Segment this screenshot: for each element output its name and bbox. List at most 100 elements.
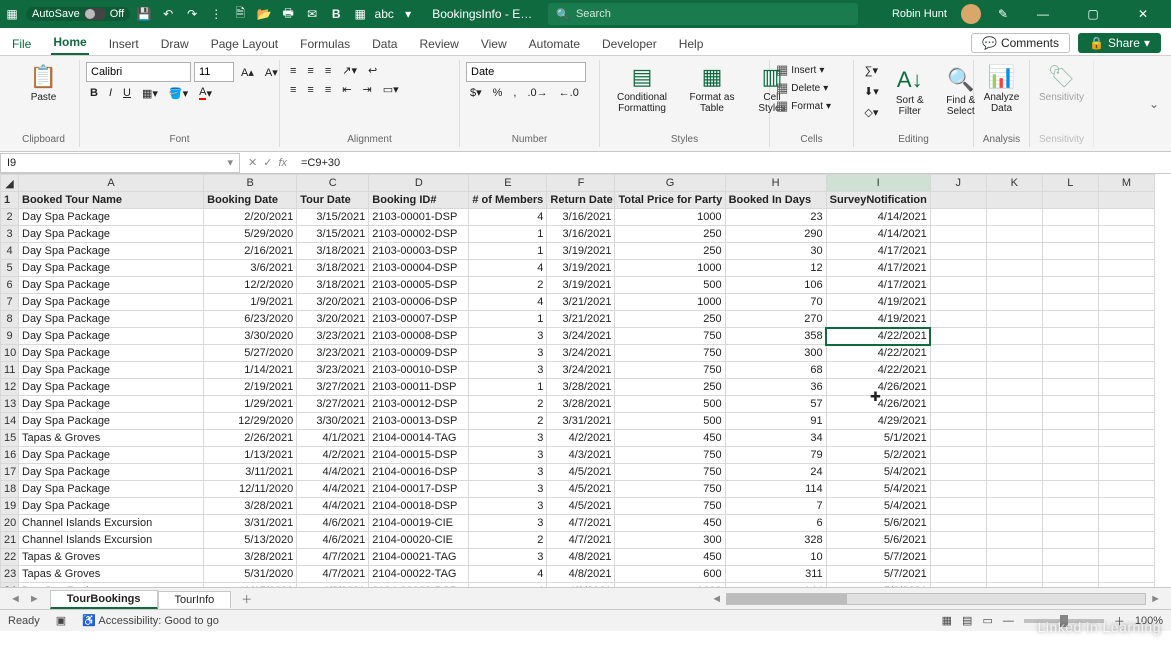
col-header-J[interactable]: J — [930, 175, 986, 192]
cell[interactable]: 4/7/2021 — [547, 515, 615, 532]
cell[interactable]: 2103-00011-DSP — [369, 379, 469, 396]
col-header-B[interactable]: B — [204, 175, 297, 192]
cell[interactable]: 2104-00019-CIE — [369, 515, 469, 532]
cell[interactable]: Booked Tour Name — [19, 192, 204, 209]
cell[interactable]: 4/3/2021 — [547, 447, 615, 464]
cell[interactable]: Day Spa Package — [19, 311, 204, 328]
cell[interactable]: 5/4/2021 — [826, 464, 930, 481]
autosave-toggle[interactable]: AutoSave Off — [26, 7, 130, 21]
cell[interactable]: 5/2/2021 — [826, 447, 930, 464]
cell[interactable]: 250 — [615, 311, 725, 328]
col-header-H[interactable]: H — [725, 175, 826, 192]
cell[interactable]: Day Spa Package — [19, 447, 204, 464]
cell[interactable] — [1098, 566, 1154, 583]
cell[interactable]: Tapas & Groves — [19, 430, 204, 447]
redo-icon[interactable]: ↷ — [184, 6, 200, 22]
cell[interactable]: 3/18/2021 — [297, 260, 369, 277]
cell[interactable] — [1098, 515, 1154, 532]
cell[interactable]: 750 — [615, 447, 725, 464]
cell[interactable]: 750 — [615, 345, 725, 362]
cell[interactable]: 3 — [469, 430, 547, 447]
cell[interactable]: 3/27/2021 — [297, 396, 369, 413]
cell[interactable]: 4/19/2021 — [826, 294, 930, 311]
cell[interactable] — [930, 583, 986, 588]
scroll-right-icon[interactable]: ► — [1150, 593, 1161, 605]
cell[interactable]: 300 — [615, 532, 725, 549]
paste-button[interactable]: 📋Paste — [14, 62, 73, 105]
cell[interactable] — [1042, 464, 1098, 481]
cell[interactable] — [986, 379, 1042, 396]
cell[interactable]: 2103-00010-DSP — [369, 362, 469, 379]
cell[interactable]: 91 — [725, 413, 826, 430]
cell[interactable]: 3 — [469, 515, 547, 532]
cell[interactable]: 2103-00005-DSP — [369, 277, 469, 294]
cell[interactable] — [1098, 226, 1154, 243]
cell[interactable]: 4/6/2021 — [297, 532, 369, 549]
cell[interactable] — [986, 566, 1042, 583]
view-pagebreak-icon[interactable]: ▭ — [982, 614, 992, 627]
accessibility-status[interactable]: ♿ Accessibility: Good to go — [82, 614, 219, 627]
cell[interactable] — [1098, 430, 1154, 447]
menu-help[interactable]: Help — [677, 33, 706, 55]
cell[interactable]: 3/30/2020 — [204, 328, 297, 345]
cell[interactable] — [986, 294, 1042, 311]
cell[interactable] — [930, 498, 986, 515]
cell[interactable] — [986, 481, 1042, 498]
col-header-L[interactable]: L — [1042, 175, 1098, 192]
cell[interactable] — [986, 396, 1042, 413]
cell[interactable]: 3/21/2021 — [547, 311, 615, 328]
comma-icon[interactable]: , — [509, 85, 520, 101]
cell[interactable]: 2104-00015-DSP — [369, 447, 469, 464]
cell[interactable] — [986, 583, 1042, 588]
cell[interactable]: 5/4/2021 — [826, 498, 930, 515]
pen-icon[interactable]: ✎ — [995, 6, 1011, 22]
currency-icon[interactable]: $▾ — [466, 84, 486, 101]
cell[interactable]: 2/20/2021 — [204, 209, 297, 226]
open-icon[interactable]: 📂 — [256, 6, 272, 22]
menu-home[interactable]: Home — [51, 31, 88, 55]
cell[interactable]: 500 — [615, 396, 725, 413]
row-header-5[interactable]: 5 — [1, 260, 19, 277]
sheet-tab-tourbookings[interactable]: TourBookings — [50, 590, 158, 609]
cell[interactable]: 4/19/2021 — [826, 311, 930, 328]
cell[interactable]: 3/24/2021 — [547, 328, 615, 345]
cell[interactable]: 1/29/2021 — [204, 396, 297, 413]
cell[interactable] — [930, 243, 986, 260]
cell[interactable]: 270 — [725, 311, 826, 328]
cell[interactable] — [1042, 583, 1098, 588]
cell[interactable]: 7 — [725, 498, 826, 515]
cell[interactable]: 4/5/2021 — [547, 464, 615, 481]
col-header-I[interactable]: I — [826, 175, 930, 192]
new-icon[interactable]: 🗎 — [232, 6, 248, 22]
cell[interactable]: Day Spa Package — [19, 379, 204, 396]
row-header-18[interactable]: 18 — [1, 481, 19, 498]
cell[interactable]: 4/22/2021 — [826, 362, 930, 379]
fill-color-button[interactable]: 🪣▾ — [165, 85, 192, 102]
cell[interactable] — [1098, 192, 1154, 209]
cell[interactable]: 1 — [469, 379, 547, 396]
cell[interactable]: Day Spa Package — [19, 413, 204, 430]
cell[interactable] — [930, 430, 986, 447]
cell[interactable]: 3/18/2021 — [297, 277, 369, 294]
spell-icon[interactable]: abc — [376, 6, 392, 22]
cell[interactable]: 328 — [725, 532, 826, 549]
cell[interactable] — [1098, 464, 1154, 481]
fx-icon[interactable]: fx — [278, 157, 287, 169]
cell[interactable]: 34 — [725, 430, 826, 447]
cell[interactable] — [986, 498, 1042, 515]
row-header-13[interactable]: 13 — [1, 396, 19, 413]
col-header-D[interactable]: D — [369, 175, 469, 192]
cell[interactable]: 3 — [469, 481, 547, 498]
accept-formula-icon[interactable]: ✓ — [263, 156, 272, 169]
italic-button[interactable]: I — [105, 85, 116, 101]
cell[interactable]: 3/15/2021 — [297, 209, 369, 226]
row-header-6[interactable]: 6 — [1, 277, 19, 294]
cell[interactable]: 2103-00002-DSP — [369, 226, 469, 243]
row-header-4[interactable]: 4 — [1, 243, 19, 260]
share-button[interactable]: 🔒Share▾ — [1078, 33, 1161, 53]
align-bottom-icon[interactable]: ≡ — [321, 63, 335, 79]
row-header-20[interactable]: 20 — [1, 515, 19, 532]
cell[interactable] — [1042, 192, 1098, 209]
cell[interactable]: 1/9/2021 — [204, 294, 297, 311]
cell[interactable]: 57 — [725, 396, 826, 413]
